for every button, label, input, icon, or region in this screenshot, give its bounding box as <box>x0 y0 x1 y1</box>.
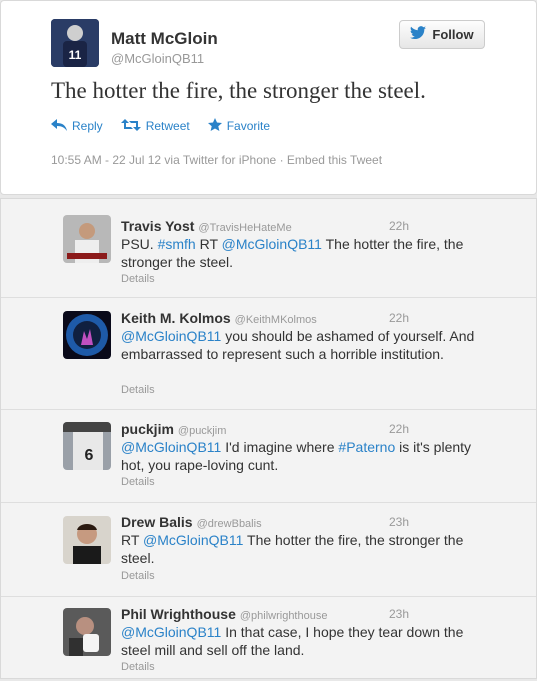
reply-time[interactable]: 23h <box>389 607 409 621</box>
reply-time[interactable]: 22h <box>389 311 409 325</box>
replies-list: Travis Yost @TravisHeHateMe 22h PSU. #smf… <box>0 198 537 679</box>
reply-label: Reply <box>72 119 103 133</box>
details-link[interactable]: Details <box>121 476 155 488</box>
author-name[interactable]: Matt McGloin <box>111 29 218 49</box>
reply-handle[interactable]: @drewBbalis <box>197 518 262 530</box>
reply-author[interactable]: puckjim @puckjim <box>121 421 226 437</box>
retweet-label: Retweet <box>145 119 190 133</box>
reply-handle[interactable]: @TravisHeHateMe <box>198 222 291 234</box>
details-link[interactable]: Details <box>121 661 155 673</box>
tweet-actions: Reply Retweet Favorite <box>51 118 270 134</box>
reply-item: Phil Wrighthouse @philwrighthouse 23h @Mc… <box>1 596 536 681</box>
svg-text:6: 6 <box>85 447 94 464</box>
avatar[interactable] <box>63 311 111 359</box>
avatar[interactable]: 11 <box>51 19 99 67</box>
reply-author[interactable]: Drew Balis @drewBbalis <box>121 514 262 530</box>
reply-handle[interactable]: @KeithMKolmos <box>235 314 317 326</box>
reply-handle[interactable]: @puckjim <box>178 425 226 437</box>
reply-author[interactable]: Travis Yost @TravisHeHateMe <box>121 218 292 234</box>
reply-link[interactable]: @McGloinQB11 <box>121 624 221 640</box>
reply-item: Travis Yost @TravisHeHateMe 22h PSU. #smf… <box>1 199 536 297</box>
reply-text: @McGloinQB11 In that case, I hope they t… <box>121 623 481 659</box>
details-link[interactable]: Details <box>121 273 155 285</box>
avatar[interactable] <box>63 215 111 263</box>
tweet-meta: 10:55 AM - 22 Jul 12 via Twitter for iPh… <box>51 153 383 167</box>
reply-text-segment: PSU. <box>121 236 158 252</box>
reply-item: Keith M. Kolmos @KeithMKolmos 22h @McGloi… <box>1 297 536 410</box>
follow-button[interactable]: Follow <box>399 20 485 49</box>
reply-text: @McGloinQB11 I'd imagine where #Paterno … <box>121 438 481 474</box>
star-icon <box>207 118 222 134</box>
reply-time[interactable]: 22h <box>389 422 409 436</box>
reply-text: @McGloinQB11 you should be ashamed of yo… <box>121 327 481 363</box>
reply-item: 6 puckjim @puckjim 22h @McGloinQB11 I'd i… <box>1 409 536 503</box>
reply-author[interactable]: Keith M. Kolmos @KeithMKolmos <box>121 310 317 326</box>
follow-label: Follow <box>432 27 474 42</box>
reply-time[interactable]: 22h <box>389 219 409 233</box>
reply-handle[interactable]: @philwrighthouse <box>240 610 328 622</box>
details-link[interactable]: Details <box>121 384 155 396</box>
reply-link[interactable]: @McGloinQB11 <box>222 236 322 252</box>
favorite-button[interactable]: Favorite <box>207 118 271 134</box>
author-handle[interactable]: @McGloinQB11 <box>111 51 204 66</box>
avatar[interactable]: 6 <box>63 422 111 470</box>
reply-item: Drew Balis @drewBbalis 23h RT @McGloinQB1… <box>1 502 536 597</box>
reply-time[interactable]: 23h <box>389 515 409 529</box>
retweet-icon <box>120 118 141 134</box>
avatar[interactable] <box>63 516 111 564</box>
reply-link[interactable]: #Paterno <box>338 439 395 455</box>
twitter-bird-icon <box>410 26 427 43</box>
reply-link[interactable]: @McGloinQB11 <box>143 532 243 548</box>
reply-link[interactable]: @McGloinQB11 <box>121 328 221 344</box>
svg-text:11: 11 <box>69 48 82 62</box>
reply-text: RT @McGloinQB11 The hotter the fire, the… <box>121 531 481 567</box>
reply-text-segment: RT <box>121 532 144 548</box>
tweet-text: The hotter the fire, the stronger the st… <box>51 78 426 103</box>
reply-icon <box>51 118 67 134</box>
reply-text-segment: RT <box>195 236 222 252</box>
reply-author[interactable]: Phil Wrighthouse @philwrighthouse <box>121 606 327 622</box>
reply-link[interactable]: #smfh <box>158 236 196 252</box>
reply-text-segment: I'd imagine where <box>221 439 339 455</box>
details-link[interactable]: Details <box>121 570 155 582</box>
avatar[interactable] <box>63 608 111 656</box>
reply-text: PSU. #smfh RT @McGloinQB11 The hotter th… <box>121 235 481 271</box>
main-tweet-card: 11 Matt McGloin @McGloinQB11 Follow The … <box>0 0 537 195</box>
retweet-button[interactable]: Retweet <box>120 118 190 134</box>
favorite-label: Favorite <box>226 119 271 133</box>
reply-link[interactable]: @McGloinQB11 <box>121 439 221 455</box>
reply-button[interactable]: Reply <box>51 118 103 134</box>
